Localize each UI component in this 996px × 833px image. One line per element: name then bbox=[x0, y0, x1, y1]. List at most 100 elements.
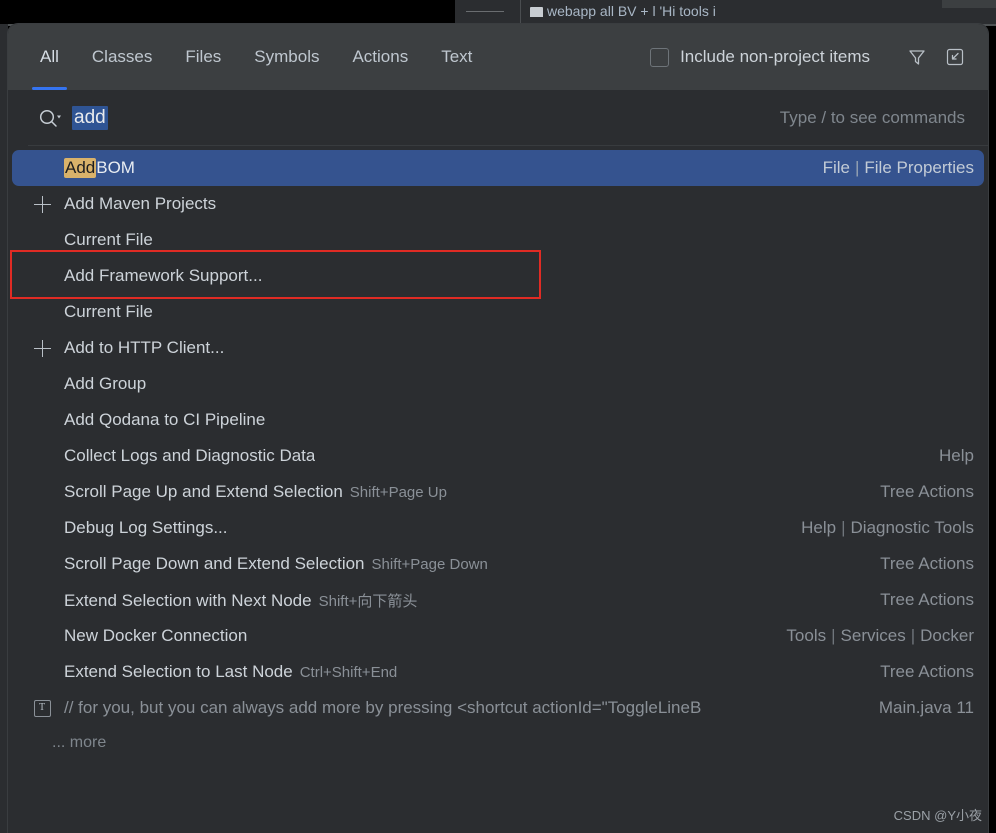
backdrop-window-controls-lower bbox=[942, 8, 996, 24]
result-row[interactable]: Add Maven Projects bbox=[8, 186, 988, 222]
result-row-label: Scroll Page Down and Extend Selection Shi… bbox=[64, 554, 488, 574]
result-row[interactable]: Add to HTTP Client... bbox=[8, 330, 988, 366]
result-row[interactable]: Scroll Page Down and Extend Selection Shi… bbox=[8, 546, 988, 582]
location-part: Services bbox=[840, 626, 906, 645]
include-non-project-items-checkbox[interactable]: Include non-project items bbox=[650, 47, 870, 67]
result-row-shortcut: Shift+Page Down bbox=[371, 556, 488, 573]
tab-text-label: Text bbox=[441, 47, 473, 66]
result-row-label: Debug Log Settings... bbox=[64, 518, 228, 538]
tab-files[interactable]: Files bbox=[185, 24, 221, 90]
result-row-label: Add Maven Projects bbox=[64, 194, 216, 214]
tab-actions[interactable]: Actions bbox=[352, 24, 408, 90]
result-row[interactable]: New Docker Connection Tools | Services | Dock… bbox=[8, 618, 988, 654]
backdrop-breadcrumb: webapp all BV + l 'Hi tools i bbox=[530, 3, 716, 24]
result-label-pre: // for you, but you can always add more … bbox=[64, 698, 702, 717]
tab-all[interactable]: All bbox=[32, 24, 67, 90]
result-label-pre: Add Qodana to CI Pipeline bbox=[64, 410, 266, 429]
location-part: Tree Actions bbox=[880, 590, 974, 609]
result-row-shortcut: Shift+Page Up bbox=[349, 484, 447, 501]
location-part: Main.java 11 bbox=[878, 698, 974, 717]
search-input[interactable]: add bbox=[72, 106, 108, 130]
search-everywhere-popup: All Classes Files Symbols Actions Text I… bbox=[8, 24, 988, 833]
text-file-icon: T bbox=[20, 699, 64, 717]
result-label-pre: Add Framework Support... bbox=[64, 266, 263, 285]
tab-symbols[interactable]: Symbols bbox=[254, 24, 319, 90]
location-part: File Properties bbox=[864, 158, 974, 177]
plus-icon bbox=[20, 339, 64, 357]
search-everywhere-tabbar: All Classes Files Symbols Actions Text I… bbox=[8, 24, 988, 90]
folder-icon bbox=[530, 7, 543, 17]
result-row[interactable]: Add Group bbox=[8, 366, 988, 402]
result-row[interactable]: Add Qodana to CI Pipeline bbox=[8, 402, 988, 438]
location-part: File bbox=[822, 158, 850, 177]
backdrop-left-gutter bbox=[0, 24, 8, 833]
result-row[interactable]: Current File bbox=[8, 222, 988, 258]
tab-text[interactable]: Text bbox=[441, 24, 472, 90]
result-row-shortcut: Shift+向下箭头 bbox=[318, 592, 418, 610]
result-row-label: Collect Logs and Diagnostic Data bbox=[64, 446, 315, 466]
result-label-pre: Current File bbox=[64, 230, 153, 249]
result-row-location: Main.java 11 bbox=[863, 698, 974, 718]
result-row-label: New Docker Connection bbox=[64, 626, 247, 646]
result-row-location: Help bbox=[923, 446, 974, 466]
tab-symbols-label: Symbols bbox=[254, 47, 320, 66]
location-part: Tools bbox=[786, 626, 827, 645]
result-row-location: File | File Properties bbox=[807, 158, 974, 178]
result-row-label: Extend Selection to Last Node Ctrl+Shift+… bbox=[64, 662, 397, 682]
result-row-location: Tree Actions bbox=[864, 482, 974, 502]
location-separator: | bbox=[910, 626, 916, 645]
result-row[interactable]: Current File bbox=[8, 294, 988, 330]
result-label-pre: Add Maven Projects bbox=[64, 194, 217, 213]
result-row[interactable]: Add BOM File | File Properties bbox=[12, 150, 984, 186]
tab-files-label: Files bbox=[185, 47, 222, 66]
result-label-pre: Current File bbox=[64, 302, 153, 321]
result-label-pre: Extend Selection with Next Node bbox=[64, 590, 312, 610]
backdrop-toolbar-divider bbox=[520, 0, 521, 24]
tab-classes[interactable]: Classes bbox=[92, 24, 152, 90]
result-row[interactable]: Extend Selection with Next Node Shift+向下箭… bbox=[8, 582, 988, 618]
location-part: Tree Actions bbox=[880, 482, 974, 501]
result-label-pre: New Docker Connection bbox=[64, 626, 248, 645]
tab-all-label: All bbox=[40, 47, 59, 66]
result-label-match: Add bbox=[64, 158, 97, 178]
result-row[interactable]: Extend Selection to Last Node Ctrl+Shift+… bbox=[8, 654, 988, 690]
result-row-label: Add Qodana to CI Pipeline bbox=[64, 410, 265, 430]
result-row-label: Extend Selection with Next Node Shift+向下箭… bbox=[64, 590, 417, 611]
result-row-location: Help | Diagnostic Tools bbox=[785, 518, 974, 538]
expand-down-left-icon[interactable] bbox=[942, 44, 968, 70]
location-part: Diagnostic Tools bbox=[850, 518, 974, 537]
result-row[interactable]: Debug Log Settings... Help | Diagnostic Too… bbox=[8, 510, 988, 546]
more-results-label: ... more bbox=[52, 734, 107, 751]
search-results-list: Add BOM File | File Properties Add Maven Pro… bbox=[8, 146, 988, 726]
result-label-pre: Add to HTTP Client... bbox=[64, 338, 225, 357]
result-row-location: Tree Actions bbox=[864, 662, 974, 682]
result-label-pre: Collect Logs and Diagnostic Data bbox=[64, 446, 316, 465]
location-separator: | bbox=[841, 518, 846, 537]
result-row[interactable]: Collect Logs and Diagnostic Data Help bbox=[8, 438, 988, 474]
location-separator: | bbox=[831, 626, 836, 645]
backdrop-toolbar-dash bbox=[466, 11, 504, 12]
tabbar-right-controls: Include non-project items bbox=[650, 44, 988, 70]
search-icon[interactable] bbox=[38, 107, 62, 129]
result-label-pre: Extend Selection to Last Node bbox=[64, 662, 293, 681]
more-results-link[interactable]: ... more bbox=[8, 726, 988, 760]
search-field-row[interactable]: add Type / to see commands bbox=[8, 90, 988, 146]
filter-icon[interactable] bbox=[904, 44, 930, 70]
result-row-label: Current File bbox=[64, 302, 153, 322]
result-row[interactable]: Scroll Page Up and Extend Selection Shift… bbox=[8, 474, 988, 510]
backdrop-breadcrumb-text: webapp all BV + l 'Hi tools i bbox=[547, 3, 716, 19]
search-hint: Type / to see commands bbox=[779, 108, 965, 127]
location-separator: | bbox=[854, 158, 860, 177]
location-part: Help bbox=[801, 518, 837, 537]
tab-actions-label: Actions bbox=[352, 47, 409, 66]
result-row-location: Tree Actions bbox=[864, 554, 974, 574]
result-row[interactable]: T// for you, but you can always add more… bbox=[8, 690, 988, 726]
result-label-pre: Add Group bbox=[64, 374, 147, 393]
location-part: Docker bbox=[920, 626, 974, 645]
result-row-label: Add Framework Support... bbox=[64, 266, 262, 286]
result-row[interactable]: Add Framework Support... bbox=[8, 258, 988, 294]
include-non-project-items-label: Include non-project items bbox=[680, 47, 870, 66]
tab-classes-label: Classes bbox=[91, 47, 153, 66]
result-row-label: Add Group bbox=[64, 374, 146, 394]
result-row-location: Tree Actions bbox=[864, 590, 974, 610]
